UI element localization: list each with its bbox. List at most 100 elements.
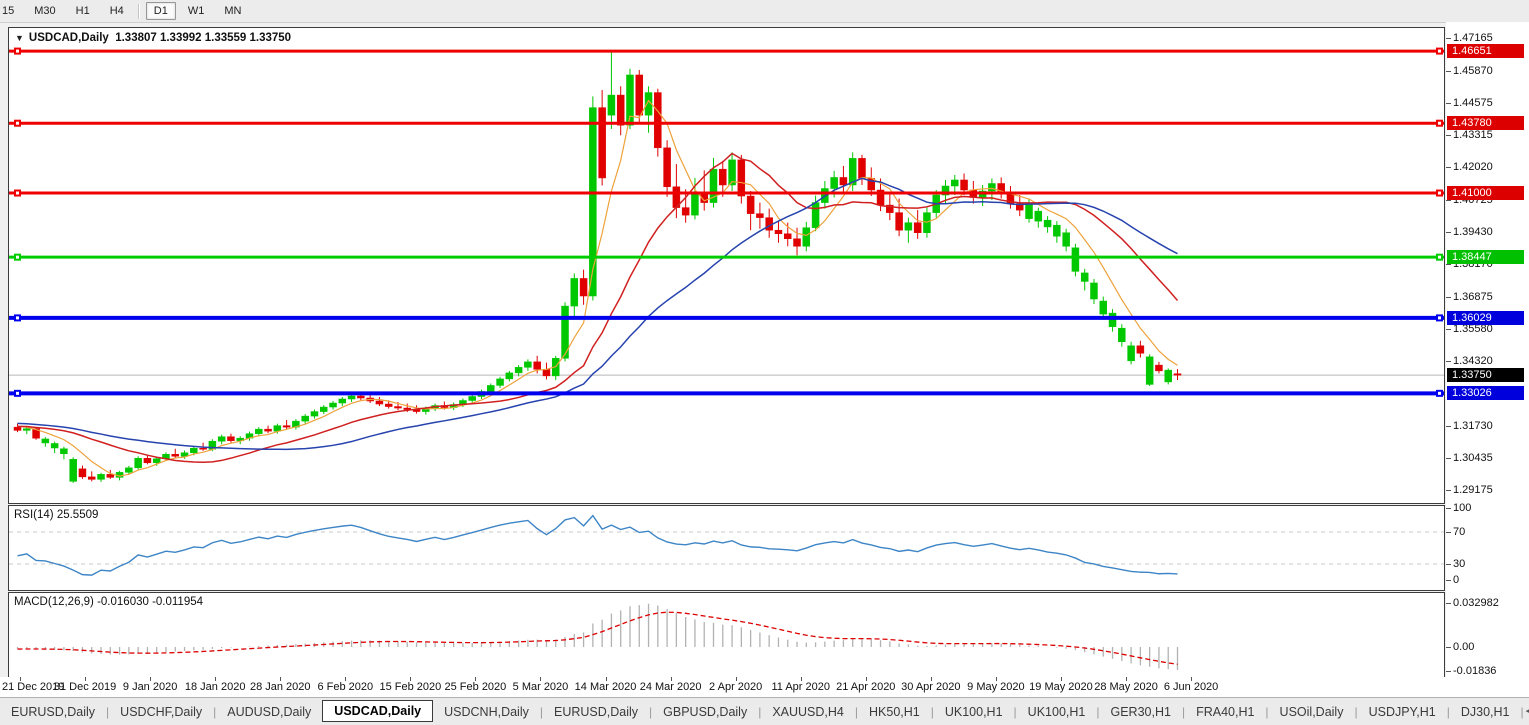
hline-1.41[interactable] <box>9 190 1444 197</box>
y-axis-tick <box>1446 490 1451 491</box>
chart-symbol-label: USDCAD,Daily <box>29 32 109 44</box>
y-axis-tick <box>1446 361 1451 362</box>
price-badge-1.46651: 1.46651 <box>1447 44 1524 58</box>
x-axis-date-label: 15 Feb 2020 <box>379 681 441 693</box>
timeframe-button-h1[interactable]: H1 <box>68 2 98 20</box>
rsi-line <box>18 516 1178 576</box>
chart-tab-audusd-daily[interactable]: AUDUSD,Daily <box>216 701 322 723</box>
rsi-canvas <box>9 506 1444 590</box>
rsi-indicator-panel[interactable]: RSI(14) 25.5509 <box>8 505 1445 591</box>
y-axis-tick <box>1446 71 1451 72</box>
chart-tab-uk100-h1[interactable]: UK100,H1 <box>1017 701 1097 723</box>
rsi-axis-tick <box>1446 580 1451 581</box>
x-axis-date-label: 25 Feb 2020 <box>445 681 507 693</box>
chart-tab-hk50-h1[interactable]: HK50,H1 <box>858 701 931 723</box>
hline-1.4378[interactable] <box>9 120 1444 127</box>
y-axis-tick-label: 1.43315 <box>1453 129 1493 141</box>
trading-terminal: 15M30H1H4D1W1MN ▼USDCAD,Daily 1.33807 1.… <box>0 0 1529 725</box>
chart-tab-usdcad-daily[interactable]: USDCAD,Daily <box>322 700 433 722</box>
x-axis-date-label: 2 Apr 2020 <box>709 681 762 693</box>
hline-1.36029[interactable] <box>9 314 1444 321</box>
hline-1.46651[interactable] <box>9 48 1444 55</box>
x-axis-date-label: 28 May 2020 <box>1094 681 1158 693</box>
macd-histogram <box>18 604 1178 670</box>
price-chart-panel[interactable]: ▼USDCAD,Daily 1.33807 1.33992 1.33559 1.… <box>8 27 1445 504</box>
price-badge-1.43780: 1.43780 <box>1447 116 1524 130</box>
rsi-axis-tick <box>1446 532 1451 533</box>
macd-axis-tick <box>1446 671 1451 672</box>
timeframe-button-d1[interactable]: D1 <box>146 2 176 20</box>
ma-line-medium <box>18 153 1178 462</box>
macd-axis-tick <box>1446 603 1451 604</box>
macd-label: MACD(12,26,9) -0.016030 -0.011954 <box>14 596 203 608</box>
timeframe-button-mn[interactable]: MN <box>216 2 249 20</box>
price-badge-1.33026: 1.33026 <box>1447 386 1524 400</box>
x-axis-date-label: 6 Feb 2020 <box>317 681 373 693</box>
tab-scroll-arrows: ◄► <box>1524 706 1529 717</box>
rsi-axis-label: 30 <box>1453 558 1465 570</box>
tab-scroll-left-icon[interactable]: ◄ <box>1524 706 1529 717</box>
chevron-down-icon[interactable]: ▼ <box>15 33 24 43</box>
x-axis-date-label: 5 Mar 2020 <box>513 681 569 693</box>
macd-axis-label: 0.00 <box>1453 641 1474 653</box>
price-chart-canvas[interactable] <box>9 28 1444 503</box>
x-axis-date-label: 11 Apr 2020 <box>771 681 830 693</box>
chart-tab-xauusd-h4[interactable]: XAUUSD,H4 <box>761 701 855 723</box>
y-axis-tick <box>1446 38 1451 39</box>
x-axis-date-label: 19 May 2020 <box>1029 681 1093 693</box>
x-axis-date-label: 14 Mar 2020 <box>575 681 637 693</box>
chart-tab-ger30-h1[interactable]: GER30,H1 <box>1099 701 1181 723</box>
timeframe-button-m30[interactable]: M30 <box>26 2 63 20</box>
y-axis-tick-label: 1.39430 <box>1453 226 1493 238</box>
chart-tab-usoil-daily[interactable]: USOil,Daily <box>1269 701 1355 723</box>
y-axis-tick <box>1446 329 1451 330</box>
chart-tab-eurusd-daily[interactable]: EURUSD,Daily <box>0 701 106 723</box>
price-badge-1.41000: 1.41000 <box>1447 186 1524 200</box>
price-scale[interactable]: 1.471651.458701.445751.433151.420201.407… <box>1446 22 1529 697</box>
x-axis-date-label: 31 Dec 2019 <box>54 681 116 693</box>
price-badge-1.36029: 1.36029 <box>1447 311 1524 325</box>
y-axis-tick-label: 1.35580 <box>1453 323 1493 335</box>
y-axis-tick <box>1446 167 1451 168</box>
x-axis-date-label: 30 Apr 2020 <box>901 681 960 693</box>
timeframe-button-15[interactable]: 15 <box>0 2 22 20</box>
timeframe-button-w1[interactable]: W1 <box>180 2 213 20</box>
y-axis-tick <box>1446 297 1451 298</box>
macd-indicator-panel[interactable]: MACD(12,26,9) -0.016030 -0.011954 <box>8 592 1445 678</box>
rsi-label: RSI(14) 25.5509 <box>14 509 98 521</box>
macd-canvas <box>9 593 1444 677</box>
macd-axis-label: -0.01836 <box>1453 665 1496 677</box>
chart-tab-usdcnh-daily[interactable]: USDCNH,Daily <box>433 701 540 723</box>
macd-axis-label: 0.032982 <box>1453 597 1499 609</box>
x-axis-date-label: 21 Apr 2020 <box>836 681 895 693</box>
chart-tab-dj30-h1[interactable]: DJ30,H1 <box>1450 701 1521 723</box>
ma-line-slow <box>18 178 1178 449</box>
y-axis-tick-label: 1.44575 <box>1453 97 1493 109</box>
timeframe-button-h4[interactable]: H4 <box>102 2 132 20</box>
chart-tab-eurusd-daily[interactable]: EURUSD,Daily <box>543 701 649 723</box>
rsi-axis-label: 0 <box>1453 574 1459 586</box>
y-axis-tick-label: 1.45870 <box>1453 65 1493 77</box>
toolbar-divider <box>138 4 140 19</box>
y-axis-tick <box>1446 200 1451 201</box>
hline-1.33026[interactable] <box>9 390 1444 397</box>
y-axis-tick <box>1446 264 1451 265</box>
rsi-axis-label: 70 <box>1453 526 1465 538</box>
y-axis-tick-label: 1.30435 <box>1453 452 1493 464</box>
chart-tab-uk100-h1[interactable]: UK100,H1 <box>934 701 1014 723</box>
x-axis-date-label: 24 Mar 2020 <box>640 681 702 693</box>
price-badge-1.38447: 1.38447 <box>1447 250 1524 264</box>
chart-tab-usdchf-daily[interactable]: USDCHF,Daily <box>109 701 213 723</box>
macd-signal-line <box>18 612 1178 664</box>
y-axis-tick-label: 1.42020 <box>1453 161 1493 173</box>
x-axis-date-label: 18 Jan 2020 <box>185 681 246 693</box>
chart-tab-gbpusd-daily[interactable]: GBPUSD,Daily <box>652 701 758 723</box>
price-badge-1.33750: 1.33750 <box>1447 368 1524 382</box>
time-scale[interactable]: 21 Dec 201931 Dec 20199 Jan 202018 Jan 2… <box>0 677 1529 697</box>
ma-line-fast <box>18 101 1178 476</box>
x-axis-date-label: 9 May 2020 <box>967 681 1024 693</box>
candles <box>14 51 1181 483</box>
chart-tab-usdjpy-h1[interactable]: USDJPY,H1 <box>1358 701 1447 723</box>
chart-tab-fra40-h1[interactable]: FRA40,H1 <box>1185 701 1265 723</box>
y-axis-tick-label: 1.36875 <box>1453 291 1493 303</box>
